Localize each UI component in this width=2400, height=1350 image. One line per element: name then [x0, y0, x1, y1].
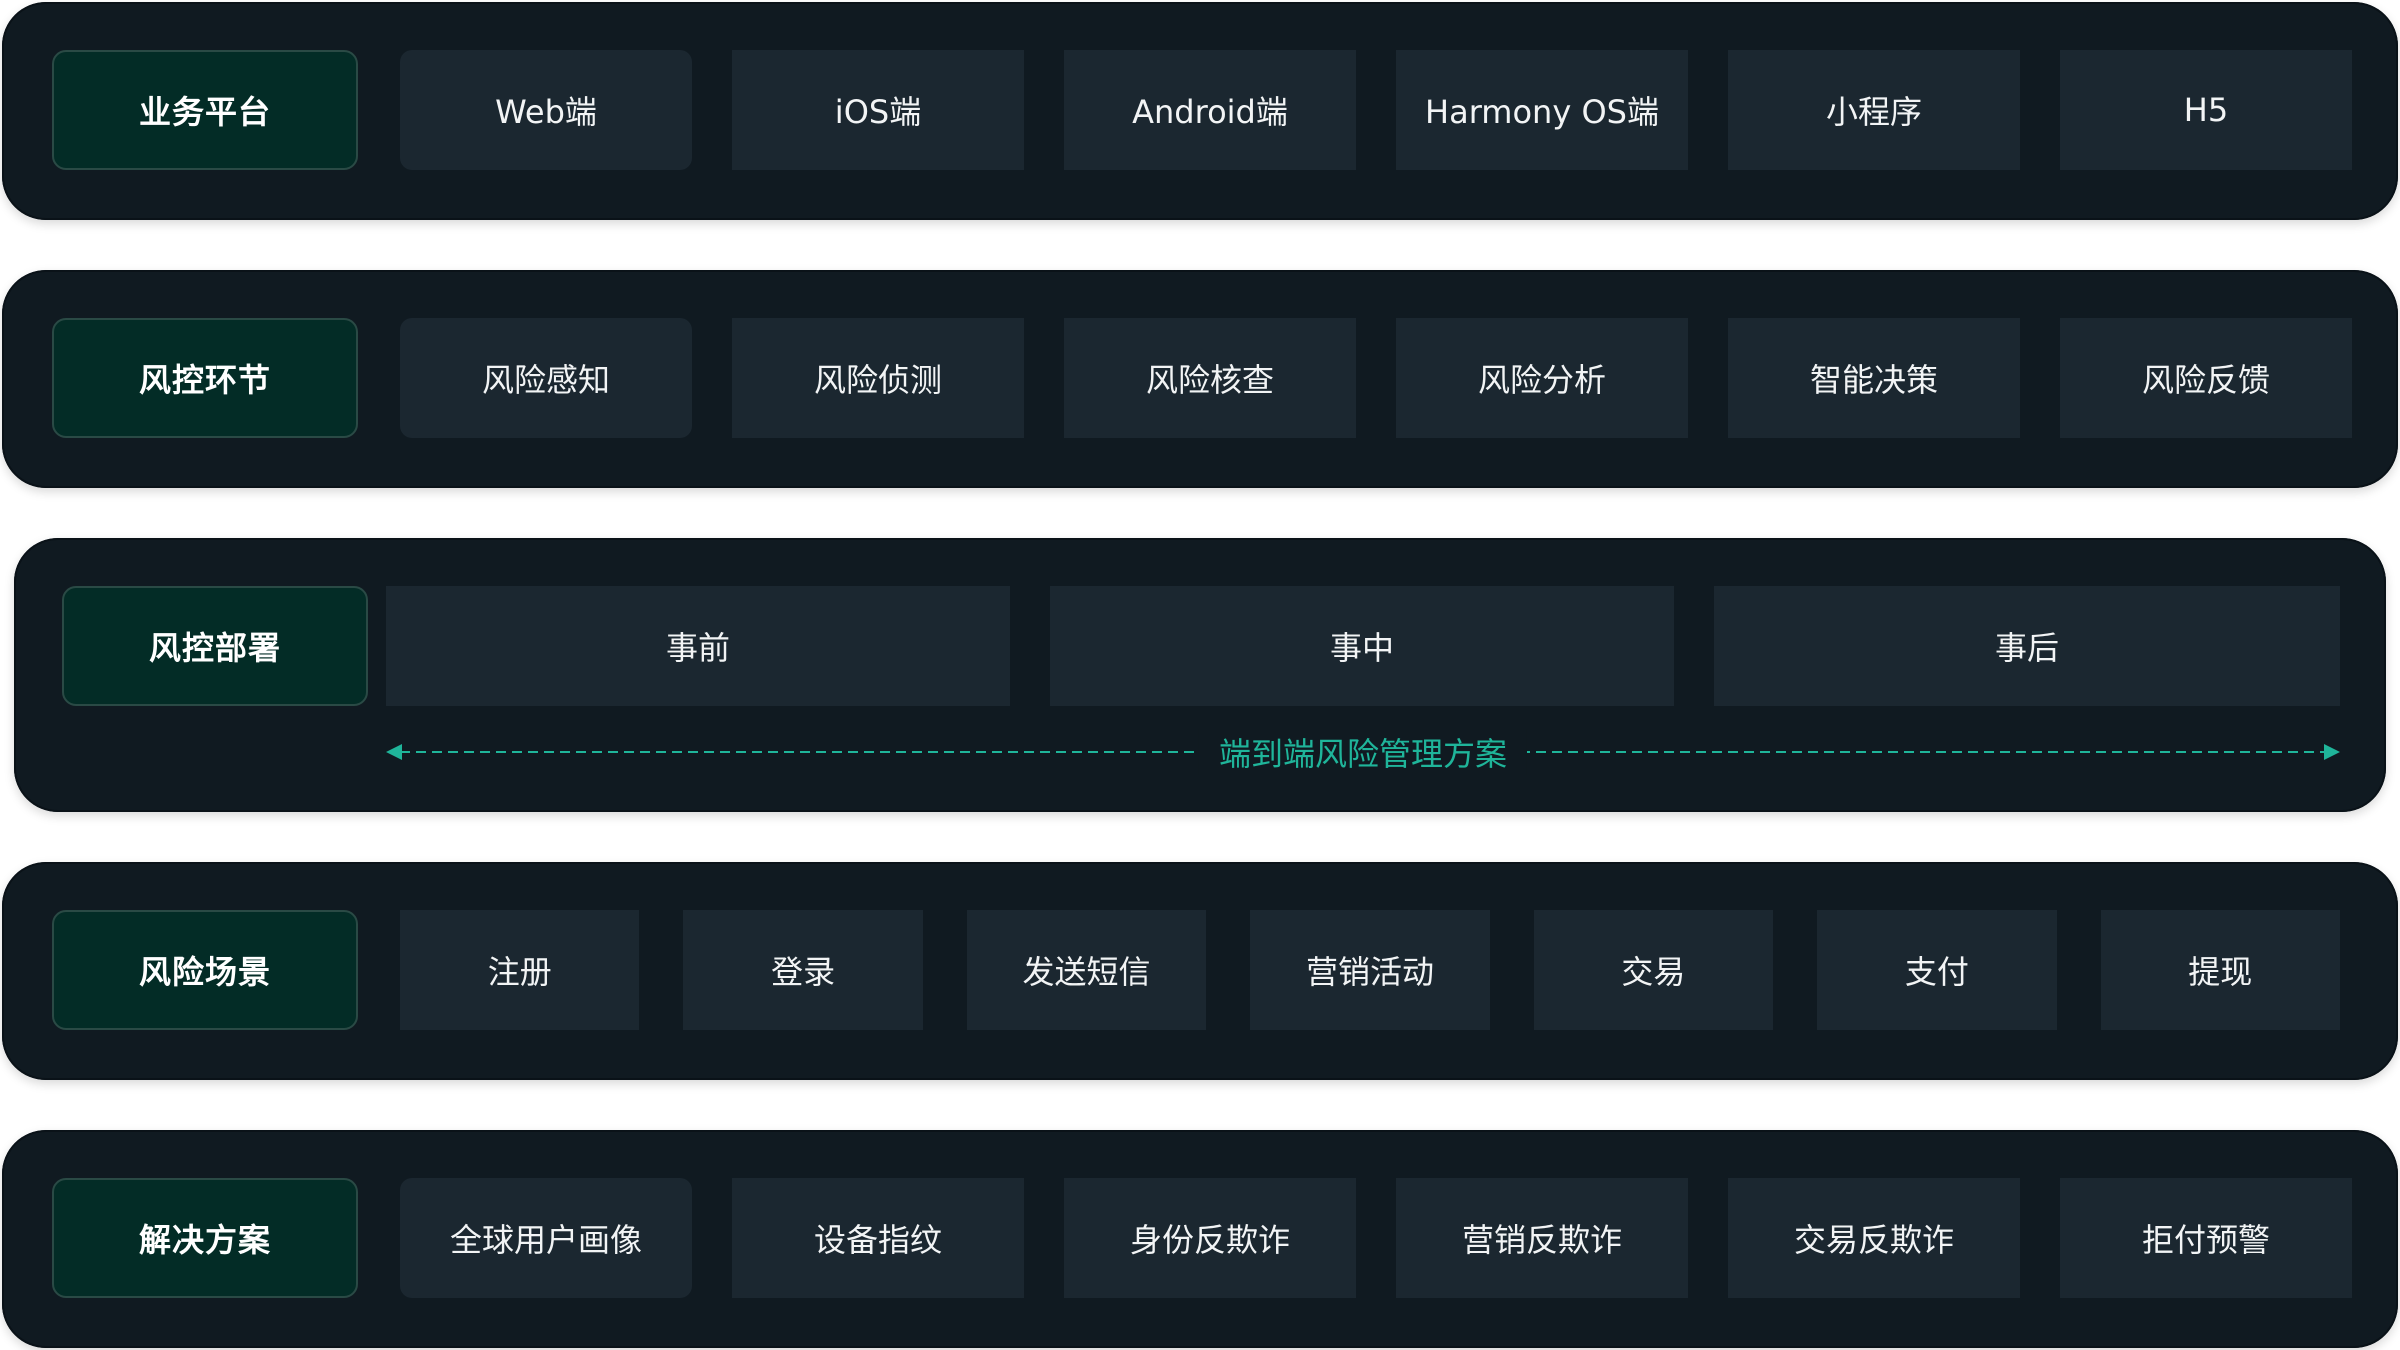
item-global-user-profile: 全球用户画像 — [400, 1178, 692, 1298]
item-h5: H5 — [2060, 50, 2352, 170]
row-label: 风控环节 — [52, 318, 358, 438]
item-web: Web端 — [400, 50, 692, 170]
row-label: 风险场景 — [52, 910, 358, 1030]
row-items: 事前 事中 事后 — [386, 586, 2340, 706]
item-marketing-anti-fraud: 营销反欺诈 — [1396, 1178, 1688, 1298]
item-transaction: 交易 — [1533, 910, 1774, 1030]
item-smart-decision: 智能决策 — [1728, 318, 2020, 438]
row-items: 风险感知 风险侦测 风险核查 风险分析 智能决策 风险反馈 — [400, 318, 2352, 438]
item-post-event: 事后 — [1714, 586, 2340, 706]
item-pre-event: 事前 — [386, 586, 1010, 706]
item-mini-program: 小程序 — [1728, 50, 2020, 170]
end-to-end-flow-arrow: 端到端风险管理方案 — [386, 720, 2340, 784]
row-label: 业务平台 — [52, 50, 358, 170]
row-label: 风控部署 — [62, 586, 368, 706]
row-items: 全球用户画像 设备指纹 身份反欺诈 营销反欺诈 交易反欺诈 拒付预警 — [400, 1178, 2352, 1298]
item-risk-detection: 风险侦测 — [732, 318, 1024, 438]
item-risk-feedback: 风险反馈 — [2060, 318, 2352, 438]
item-ios: iOS端 — [732, 50, 1024, 170]
item-risk-analysis: 风险分析 — [1396, 318, 1688, 438]
row-items: 注册 登录 发送短信 营销活动 交易 支付 提现 — [400, 910, 2340, 1030]
item-identity-anti-fraud: 身份反欺诈 — [1064, 1178, 1356, 1298]
row-business-platform: 业务平台 Web端 iOS端 Android端 Harmony OS端 小程序 … — [2, 2, 2398, 220]
row-risk-control-stages: 风控环节 风险感知 风险侦测 风险核查 风险分析 智能决策 风险反馈 — [2, 270, 2398, 488]
row-items: Web端 iOS端 Android端 Harmony OS端 小程序 H5 — [400, 50, 2352, 170]
item-device-fingerprint: 设备指纹 — [732, 1178, 1024, 1298]
item-marketing: 营销活动 — [1250, 910, 1490, 1030]
item-risk-verification: 风险核查 — [1064, 318, 1356, 438]
item-transaction-anti-fraud: 交易反欺诈 — [1728, 1178, 2020, 1298]
item-android: Android端 — [1064, 50, 1356, 170]
flow-label: 端到端风险管理方案 — [1198, 729, 1528, 775]
item-login: 登录 — [683, 910, 923, 1030]
item-in-event: 事中 — [1050, 586, 1674, 706]
item-register: 注册 — [400, 910, 640, 1030]
item-payment: 支付 — [1817, 910, 2057, 1030]
item-chargeback-alert: 拒付预警 — [2060, 1178, 2352, 1298]
row-solutions: 解决方案 全球用户画像 设备指纹 身份反欺诈 营销反欺诈 交易反欺诈 拒付预警 — [2, 1130, 2398, 1348]
row-risk-scenarios: 风险场景 注册 登录 发送短信 营销活动 交易 支付 提现 — [2, 862, 2398, 1080]
item-withdraw: 提现 — [2100, 910, 2340, 1030]
item-send-sms: 发送短信 — [966, 910, 1207, 1030]
row-label: 解决方案 — [52, 1178, 358, 1298]
architecture-diagram: 业务平台 Web端 iOS端 Android端 Harmony OS端 小程序 … — [0, 0, 2400, 1350]
item-risk-perception: 风险感知 — [400, 318, 692, 438]
item-harmony: Harmony OS端 — [1396, 50, 1688, 170]
